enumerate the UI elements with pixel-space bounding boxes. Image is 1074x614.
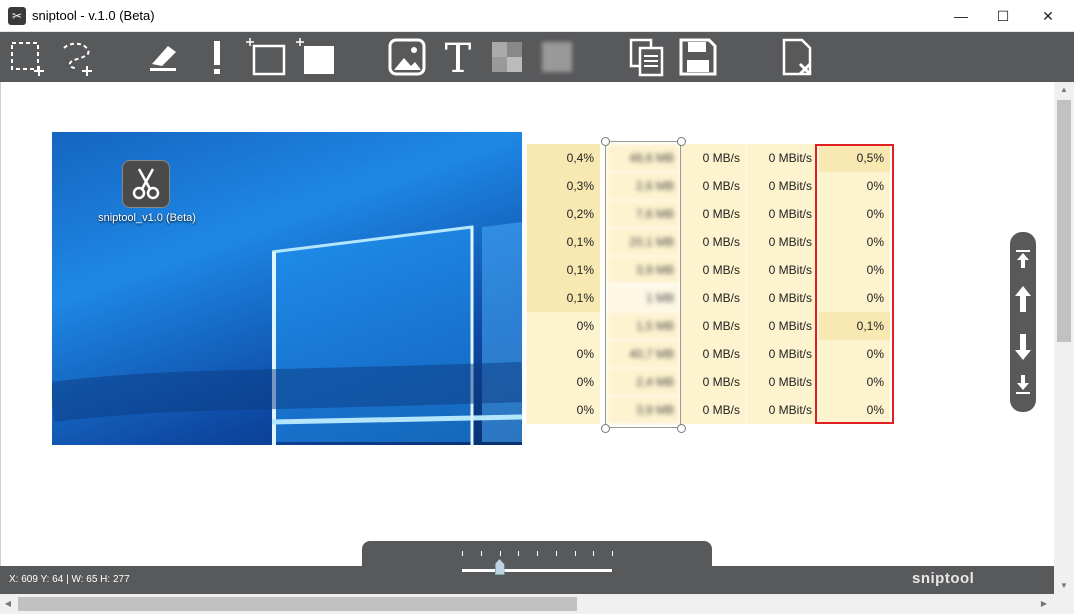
network-cell: 0 MBit/s: [746, 312, 818, 340]
network-cell: 0 MBit/s: [746, 396, 818, 424]
zoom-tick: [499, 551, 501, 556]
pixelate-icon[interactable]: [486, 36, 528, 78]
marker-icon[interactable]: [196, 36, 238, 78]
brand-logo-text: sniptool: [912, 570, 975, 587]
cpu-cell: 0,1%: [526, 284, 600, 312]
scroll-up-arrow-icon[interactable]: ▲: [1054, 82, 1074, 98]
zoom-tick: [462, 551, 463, 556]
image-icon[interactable]: [386, 36, 428, 78]
scroll-bottom-icon[interactable]: [1013, 374, 1033, 396]
disk-cell: 0 MB/s: [680, 284, 746, 312]
disk-cell: 0 MB/s: [680, 368, 746, 396]
rect-filled-icon[interactable]: [296, 36, 338, 78]
selection-handle-bottom-right[interactable]: [677, 424, 686, 433]
scroll-top-icon[interactable]: [1013, 248, 1033, 270]
zoom-tick: [555, 551, 557, 556]
zoom-tick: [612, 551, 613, 556]
scroll-up-icon[interactable]: [1013, 284, 1033, 312]
disk-cell: 0 MB/s: [680, 228, 746, 256]
scroll-nav-panel: [1010, 232, 1036, 412]
eraser-icon[interactable]: [142, 36, 184, 78]
minimize-button[interactable]: —: [938, 0, 984, 32]
network-cell: 0 MBit/s: [746, 256, 818, 284]
toolbar: T: [0, 32, 1074, 82]
cpu-cell: 0,1%: [526, 256, 600, 284]
cpu-cell: 0%: [526, 340, 600, 368]
rect-select-icon[interactable]: [6, 36, 48, 78]
network-cell: 0 MBit/s: [746, 200, 818, 228]
zoom-slider-track[interactable]: [462, 569, 612, 572]
disk-cell: 0 MB/s: [680, 340, 746, 368]
zoom-panel: [362, 541, 712, 589]
save-icon[interactable]: [677, 36, 719, 78]
desktop-shortcut-icon: [122, 160, 170, 208]
selection-box[interactable]: [605, 141, 681, 428]
cpu-cell: 0,3%: [526, 172, 600, 200]
horizontal-scrollbar[interactable]: ◀ ▶: [0, 594, 1054, 614]
cpu-cell: 0%: [526, 368, 600, 396]
cpu-cell: 0%: [526, 312, 600, 340]
network-cell: 0 MBit/s: [746, 340, 818, 368]
cpu-cell: 0,1%: [526, 228, 600, 256]
network-cell: 0 MBit/s: [746, 144, 818, 172]
copy-icon[interactable]: [626, 36, 668, 78]
captured-desktop-image: sniptool_v1.0 (Beta): [52, 132, 522, 445]
disk-cell: 0 MB/s: [680, 172, 746, 200]
disk-cell: 0 MB/s: [680, 256, 746, 284]
scissors-app-icon: ✂: [8, 7, 26, 25]
disk-cell: 0 MB/s: [680, 396, 746, 424]
window-title: sniptool - v.1.0 (Beta): [32, 8, 155, 23]
zoom-tick: [593, 551, 595, 556]
close-file-icon[interactable]: [776, 36, 818, 78]
svg-text:T: T: [445, 36, 472, 78]
cpu-cell: 0,4%: [526, 144, 600, 172]
scroll-down-arrow-icon[interactable]: ▼: [1054, 578, 1074, 594]
disk-cell: 0 MB/s: [680, 200, 746, 228]
horizontal-scroll-thumb[interactable]: [18, 597, 577, 611]
cpu-cell: 0,2%: [526, 200, 600, 228]
disk-cell: 0 MB/s: [680, 144, 746, 172]
rect-outline-icon[interactable]: [246, 36, 288, 78]
desktop-shortcut-label: sniptool_v1.0 (Beta): [98, 212, 196, 224]
scroll-left-arrow-icon[interactable]: ◀: [0, 594, 16, 614]
network-cell: 0 MBit/s: [746, 368, 818, 396]
scroll-right-arrow-icon[interactable]: ▶: [1036, 594, 1052, 614]
selection-handle-bottom-left[interactable]: [601, 424, 610, 433]
zoom-tick: [480, 551, 482, 556]
freehand-select-icon[interactable]: [54, 36, 96, 78]
scrollbar-corner: [1054, 594, 1074, 614]
zoom-slider-handle[interactable]: [494, 559, 505, 575]
zoom-tick: [518, 551, 520, 556]
network-cell: 0 MBit/s: [746, 284, 818, 312]
scroll-down-icon[interactable]: [1013, 332, 1033, 360]
selection-handle-top-right[interactable]: [677, 137, 686, 146]
network-cell: 0 MBit/s: [746, 172, 818, 200]
highlight-rectangle[interactable]: [815, 144, 894, 424]
vertical-scroll-thumb[interactable]: [1057, 100, 1071, 342]
selection-handle-top-left[interactable]: [601, 137, 610, 146]
text-icon[interactable]: T: [437, 36, 479, 78]
title-bar: ✂ sniptool - v.1.0 (Beta) — ☐ ✕: [0, 0, 1074, 32]
close-button[interactable]: ✕: [1025, 0, 1071, 32]
maximize-button[interactable]: ☐: [980, 0, 1026, 32]
zoom-tick: [537, 551, 538, 556]
selection-coordinates: X: 609 Y: 64 | W: 65 H: 277: [9, 574, 130, 585]
blur-icon[interactable]: [536, 36, 578, 78]
zoom-tick: [574, 551, 576, 556]
disk-cell: 0 MB/s: [680, 312, 746, 340]
network-cell: 0 MBit/s: [746, 228, 818, 256]
vertical-scrollbar[interactable]: ▲ ▼: [1054, 82, 1074, 594]
cpu-cell: 0%: [526, 396, 600, 424]
